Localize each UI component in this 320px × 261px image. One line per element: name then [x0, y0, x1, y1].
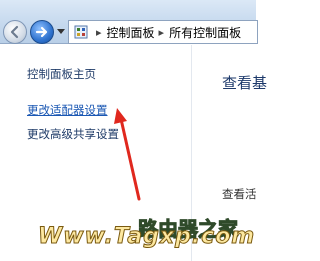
sidebar-item-change-adapter-settings[interactable]: 更改适配器设置 [27, 102, 108, 118]
arrow-left-icon [10, 25, 19, 39]
back-button[interactable] [3, 20, 27, 44]
recent-pages-dropdown[interactable] [57, 29, 65, 34]
arrow-right-icon [35, 26, 48, 38]
breadcrumb-all-items[interactable]: 所有控制面板 [169, 24, 241, 41]
forward-button[interactable] [30, 20, 54, 44]
page-heading: 查看基 [222, 74, 268, 92]
watermark-url: Www.Tagxp.com [37, 224, 256, 250]
sidebar-item-control-panel-home[interactable]: 控制面板主页 [27, 66, 96, 82]
address-bar[interactable]: ▸ 控制面板 ▸ 所有控制面板 [68, 20, 258, 44]
window-toolbar: ▸ 控制面板 ▸ 所有控制面板 [0, 0, 258, 44]
breadcrumb-control-panel[interactable]: 控制面板 [107, 24, 155, 41]
breadcrumb-separator: ▸ [96, 25, 102, 39]
control-panel-icon [74, 25, 88, 39]
sidebar-item-advanced-sharing-settings[interactable]: 更改高级共享设置 [27, 126, 119, 142]
main-content-text: 查看活 [222, 187, 257, 201]
breadcrumb-separator: ▸ [158, 25, 165, 39]
